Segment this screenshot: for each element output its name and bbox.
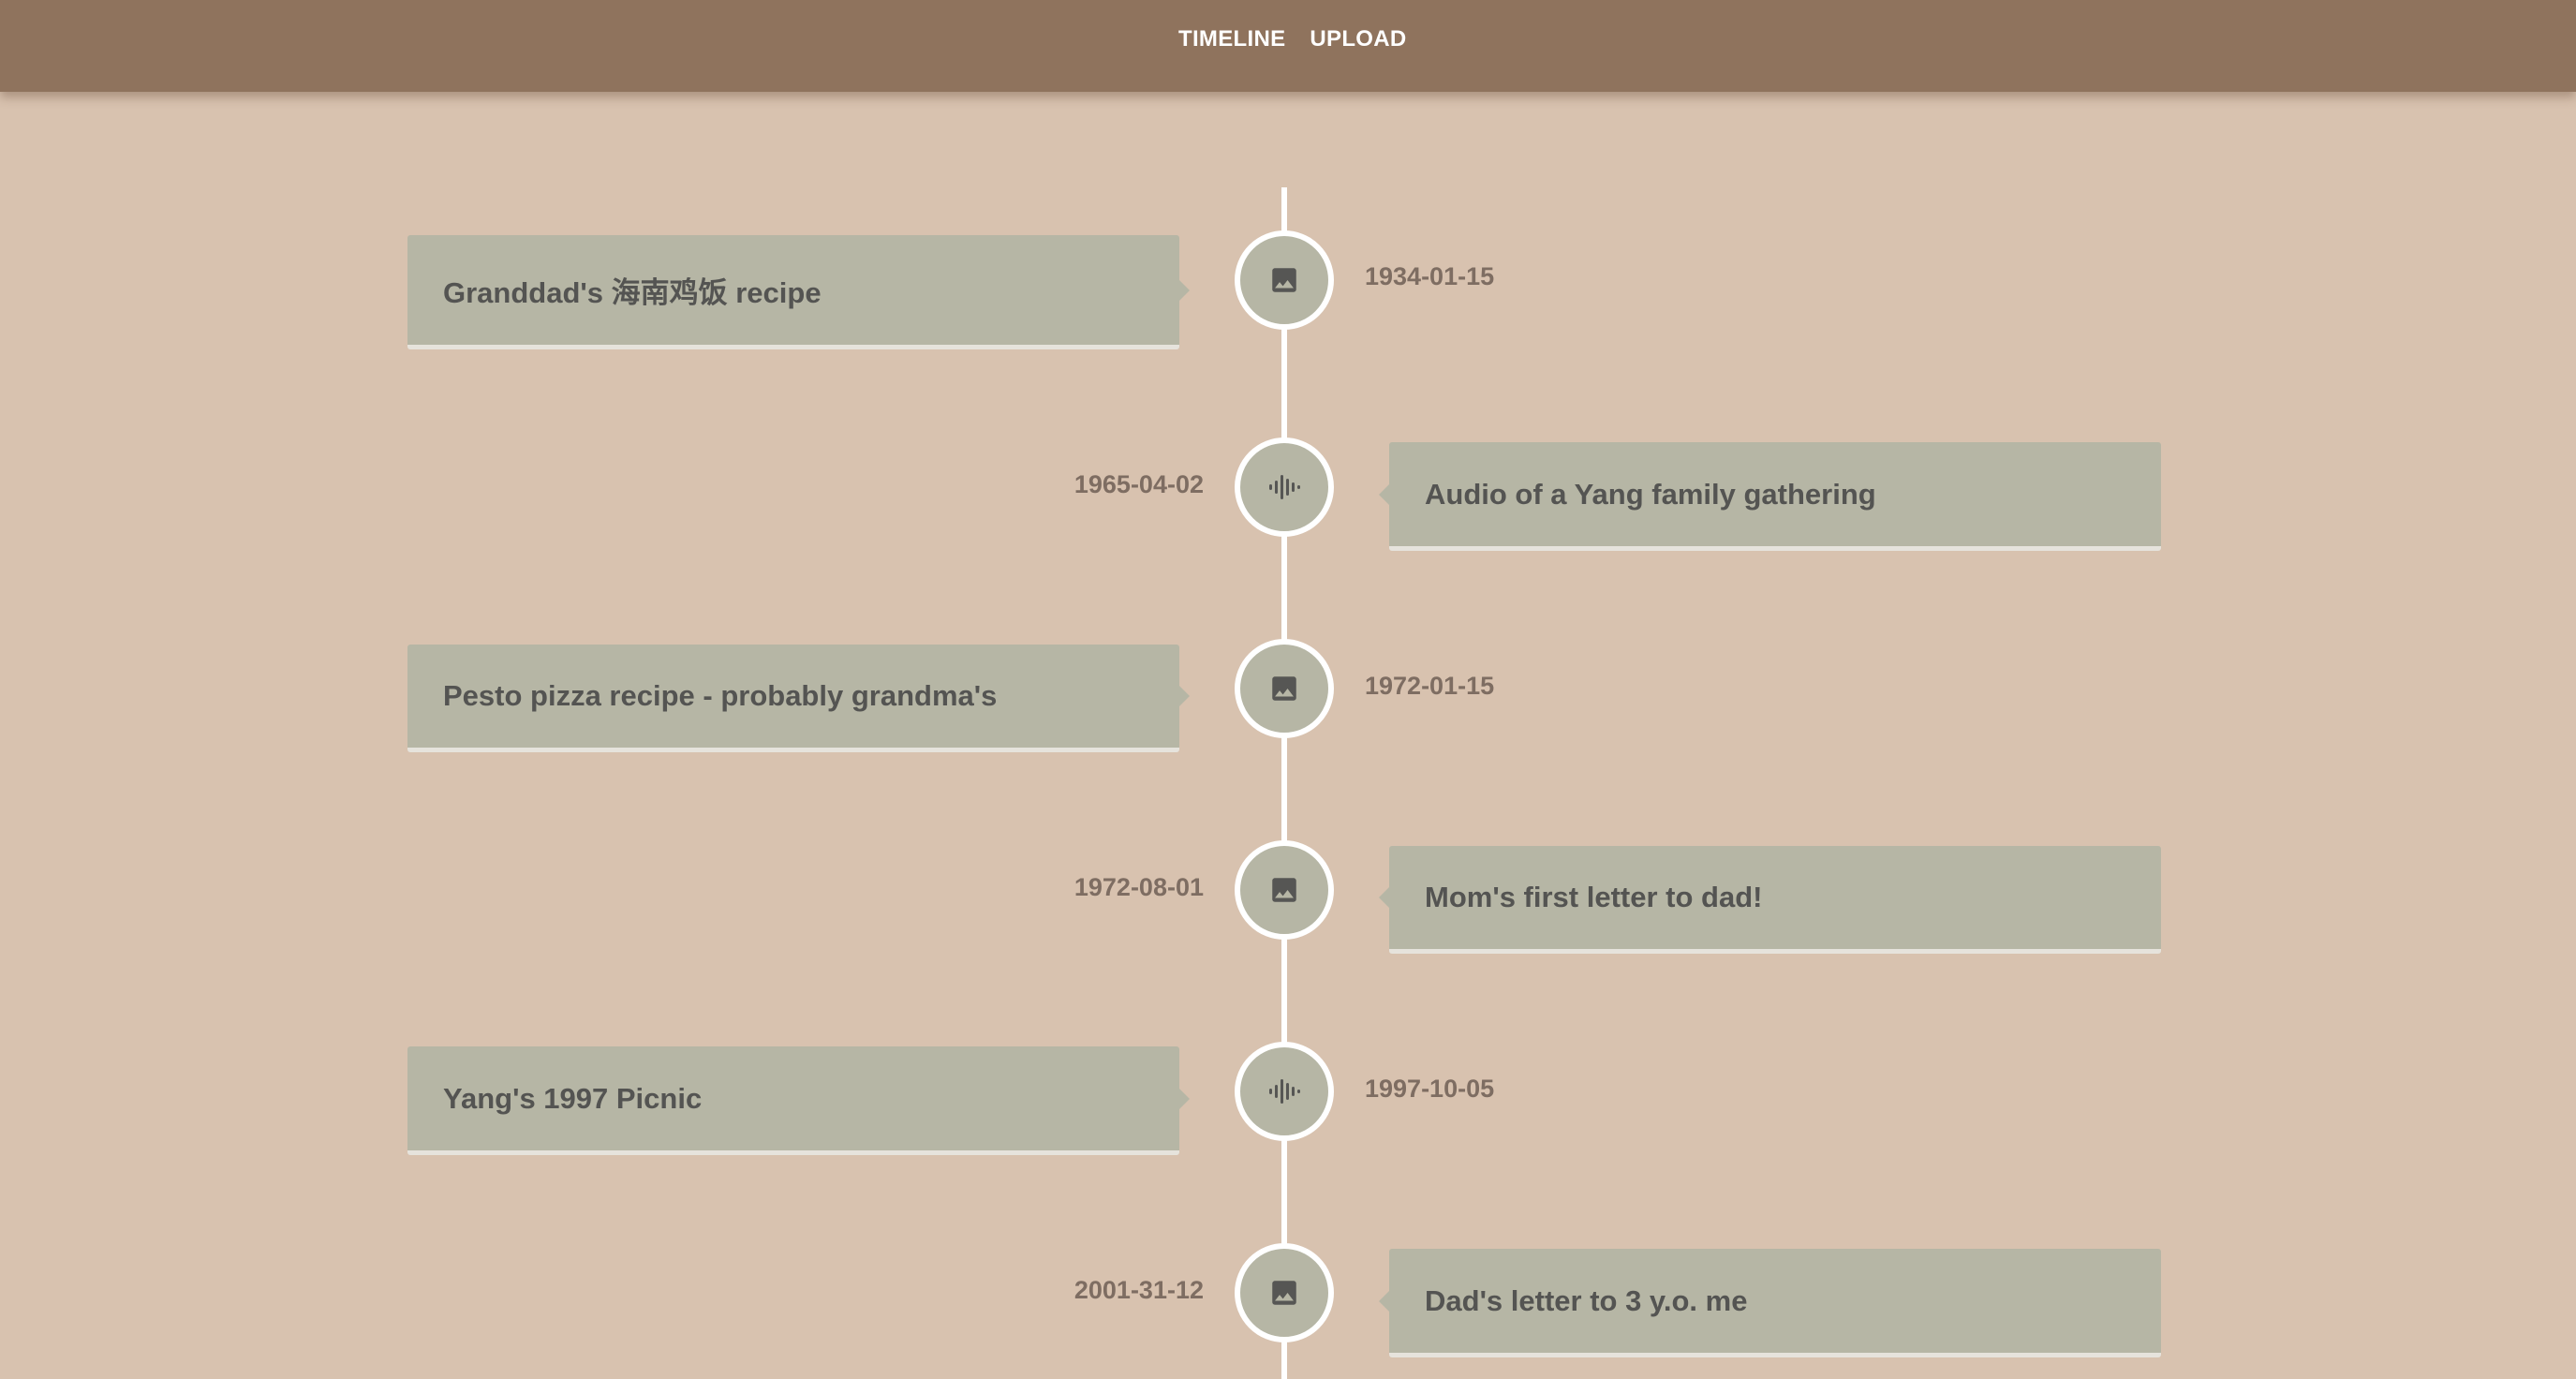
event-date: 2001-31-12	[1073, 1276, 1204, 1304]
card-title: Audio of a Yang family gathering	[1425, 477, 1876, 511]
timeline-node[interactable]	[1235, 230, 1334, 330]
audio-waveform-icon	[1266, 1075, 1302, 1107]
event-date: 1972-01-15	[1365, 672, 1495, 700]
timeline-card[interactable]: Yang's 1997 Picnic	[407, 1046, 1190, 1155]
card-title: Mom's first letter to dad!	[1425, 881, 1763, 913]
timeline-node[interactable]	[1235, 639, 1334, 738]
card-title: Dad's letter to 3 y.o. me	[1425, 1283, 1748, 1317]
timeline-node[interactable]	[1235, 840, 1334, 940]
event-date: 1997-10-05	[1365, 1075, 1495, 1103]
timeline-card[interactable]: Pesto pizza recipe - probably grandma's	[407, 645, 1190, 752]
top-nav-bar: TIMELINE UPLOAD	[0, 0, 2576, 92]
nav-timeline-link[interactable]: TIMELINE	[1178, 26, 1285, 52]
timeline-card[interactable]: Mom's first letter to dad!	[1379, 846, 2161, 954]
timeline-card[interactable]: Audio of a Yang family gathering	[1379, 442, 2161, 551]
timeline-node[interactable]	[1235, 437, 1334, 537]
card-title: Granddad's 海南鸡饭 recipe	[443, 276, 822, 309]
event-date: 1972-08-01	[1073, 873, 1204, 901]
timeline-node[interactable]	[1235, 1042, 1334, 1141]
card-title: Yang's 1997 Picnic	[443, 1081, 703, 1115]
card-title: Pesto pizza recipe - probably grandma's	[443, 679, 998, 712]
image-icon	[1268, 673, 1300, 704]
image-icon	[1268, 874, 1300, 906]
timeline-line	[1281, 187, 1287, 1379]
timeline-card[interactable]: Dad's letter to 3 y.o. me	[1379, 1249, 2161, 1357]
main-nav: TIMELINE UPLOAD	[1178, 26, 1407, 52]
event-date: 1934-01-15	[1365, 262, 1495, 290]
nav-upload-link[interactable]: UPLOAD	[1310, 26, 1406, 52]
audio-waveform-icon	[1266, 471, 1302, 503]
image-icon	[1268, 264, 1300, 296]
image-icon	[1268, 1277, 1300, 1309]
event-date: 1965-04-02	[1073, 470, 1204, 498]
timeline-node[interactable]	[1235, 1243, 1334, 1342]
timeline-card[interactable]: Granddad's 海南鸡饭 recipe	[407, 235, 1190, 349]
